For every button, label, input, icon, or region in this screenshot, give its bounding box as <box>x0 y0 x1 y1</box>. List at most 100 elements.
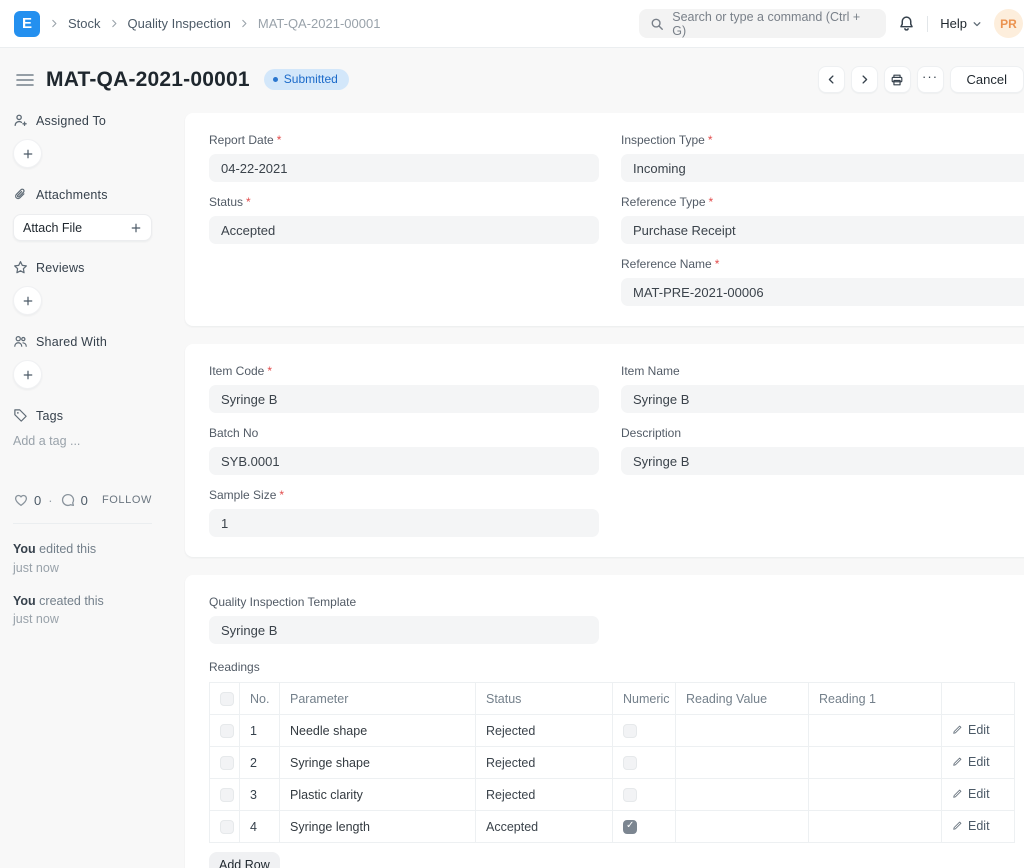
breadcrumb-item-current[interactable]: MAT-QA-2021-00001 <box>258 16 381 31</box>
column-left: Report Date * 04-22-2021 Status * Accepted <box>209 133 599 306</box>
chevron-down-icon <box>972 19 982 29</box>
add-assignment-button[interactable] <box>13 139 42 168</box>
notifications-bell-icon[interactable] <box>898 15 915 32</box>
sidebar-section-attachments: Attachments Attach File <box>13 187 152 241</box>
reading-value-cell[interactable] <box>675 810 809 843</box>
row-index[interactable]: 2 <box>239 746 280 779</box>
status-input[interactable]: Accepted <box>209 216 599 244</box>
parameter-cell[interactable]: Syringe shape <box>279 746 476 779</box>
search-input[interactable]: Search or type a command (Ctrl + G) <box>639 9 887 38</box>
batch-no-label: Batch No <box>209 426 259 440</box>
breadcrumb-separator-icon <box>110 19 119 28</box>
field-quality-inspection-template: Quality Inspection Template* Syringe B <box>209 595 599 644</box>
more-menu-button[interactable]: ··· <box>916 66 944 93</box>
page-head-actions: ··· Cancel <box>817 66 1024 93</box>
reading-value-cell[interactable] <box>675 778 809 811</box>
reading-1-cell[interactable] <box>808 778 942 811</box>
status-cell[interactable]: Rejected <box>475 746 613 779</box>
add-tag-input[interactable]: Add a tag ... <box>13 434 152 448</box>
field-status: Status * Accepted <box>209 195 599 244</box>
inspection-type-input[interactable]: Incoming <box>621 154 1024 182</box>
sidebar-section-shared-with: Shared With <box>13 334 152 389</box>
prev-document-button[interactable] <box>817 66 845 93</box>
help-menu[interactable]: Help <box>940 16 982 31</box>
item-code-input[interactable]: Syringe B <box>209 385 599 413</box>
add-review-button[interactable] <box>13 286 42 315</box>
chevron-left-icon <box>828 75 834 84</box>
numeric-checkbox[interactable] <box>623 819 637 834</box>
item-name-input[interactable]: Syringe B <box>621 385 1024 413</box>
sample-size-input[interactable]: 1 <box>209 509 599 537</box>
cancel-button[interactable]: Cancel <box>949 66 1024 93</box>
parameter-cell[interactable]: Plastic clarity <box>279 778 476 811</box>
print-button[interactable] <box>883 66 911 93</box>
reading-value-cell[interactable] <box>675 746 809 779</box>
status-badge: Submitted <box>263 69 349 90</box>
like-count: 0 <box>34 492 42 508</box>
row-select-checkbox[interactable] <box>220 723 234 738</box>
chevron-right-icon <box>861 75 867 84</box>
field-description: Description* Syringe B <box>621 426 1024 475</box>
reading-value-cell[interactable] <box>675 714 809 747</box>
batch-no-input[interactable]: SYB.0001 <box>209 447 599 475</box>
count-separator: · <box>48 492 53 508</box>
breadcrumb-item-quality-inspection[interactable]: Quality Inspection <box>128 16 231 31</box>
description-input[interactable]: Syringe B <box>621 447 1024 475</box>
required-asterisk: * <box>279 488 285 502</box>
row-select-checkbox[interactable] <box>220 755 234 770</box>
add-row-button[interactable]: Add Row <box>209 852 280 868</box>
edit-row-button[interactable]: Edit <box>952 787 990 801</box>
column-header-reading-1: Reading 1 <box>808 682 942 715</box>
page-head-left: MAT-QA-2021-00001 Submitted <box>16 68 349 92</box>
app-logo[interactable]: E <box>14 10 40 37</box>
printer-icon <box>891 74 903 85</box>
row-index[interactable]: 1 <box>239 714 280 747</box>
required-asterisk: * <box>708 195 714 209</box>
next-document-button[interactable] <box>850 66 878 93</box>
heart-icon[interactable] <box>13 492 29 508</box>
status-cell[interactable]: Rejected <box>475 778 613 811</box>
reviews-label: Reviews <box>36 260 85 275</box>
follow-button[interactable]: FOLLOW <box>102 494 152 506</box>
parameter-cell[interactable]: Syringe length <box>279 810 476 843</box>
report-date-input[interactable]: 04-22-2021 <box>209 154 599 182</box>
row-index[interactable]: 3 <box>239 778 280 811</box>
pencil-icon <box>953 725 962 734</box>
reading-1-cell[interactable] <box>808 810 942 843</box>
sidebar-toggle-icon[interactable] <box>16 73 34 87</box>
edit-row-button[interactable]: Edit <box>952 819 990 833</box>
required-asterisk: * <box>246 195 251 209</box>
paperclip-icon <box>13 187 28 202</box>
reading-1-cell[interactable] <box>808 714 942 747</box>
attach-file-button[interactable]: Attach File <box>13 214 152 241</box>
reading-1-cell[interactable] <box>808 746 942 779</box>
numeric-checkbox[interactable] <box>623 755 637 770</box>
plus-icon <box>23 296 32 305</box>
reference-name-input[interactable]: MAT-PRE-2021-00006 <box>621 278 1024 306</box>
numeric-checkbox[interactable] <box>623 787 637 802</box>
form-sidebar: Assigned To Attachments Attach File Revi… <box>0 107 185 643</box>
parameter-cell[interactable]: Needle shape <box>279 714 476 747</box>
reference-type-input[interactable]: Purchase Receipt <box>621 216 1024 244</box>
column-header-actions <box>941 682 1015 715</box>
add-share-button[interactable] <box>13 360 42 389</box>
field-inspection-type: Inspection Type * Incoming <box>621 133 1024 182</box>
activity-time: just now <box>13 560 59 575</box>
edit-row-button[interactable]: Edit <box>952 755 990 769</box>
row-select-checkbox[interactable] <box>220 787 234 802</box>
user-avatar[interactable]: PR <box>994 9 1023 38</box>
row-index[interactable]: 4 <box>239 810 280 843</box>
quality-inspection-template-input[interactable]: Syringe B <box>209 616 599 644</box>
navbar-right: Search or type a command (Ctrl + G) Help… <box>639 9 1023 38</box>
row-select-checkbox[interactable] <box>220 819 234 834</box>
status-cell[interactable]: Accepted <box>475 810 613 843</box>
comment-icon[interactable] <box>60 492 76 508</box>
numeric-checkbox[interactable] <box>623 723 637 738</box>
breadcrumb-item-stock[interactable]: Stock <box>68 16 101 31</box>
select-all-checkbox[interactable] <box>220 691 234 706</box>
sidebar-section-tags: Tags Add a tag ... <box>13 408 152 449</box>
status-cell[interactable]: Rejected <box>475 714 613 747</box>
readings-table: No. Parameter Status Numeric Reading Val… <box>209 682 1015 843</box>
page-title: MAT-QA-2021-00001 <box>46 67 250 91</box>
edit-row-button[interactable]: Edit <box>952 723 990 737</box>
